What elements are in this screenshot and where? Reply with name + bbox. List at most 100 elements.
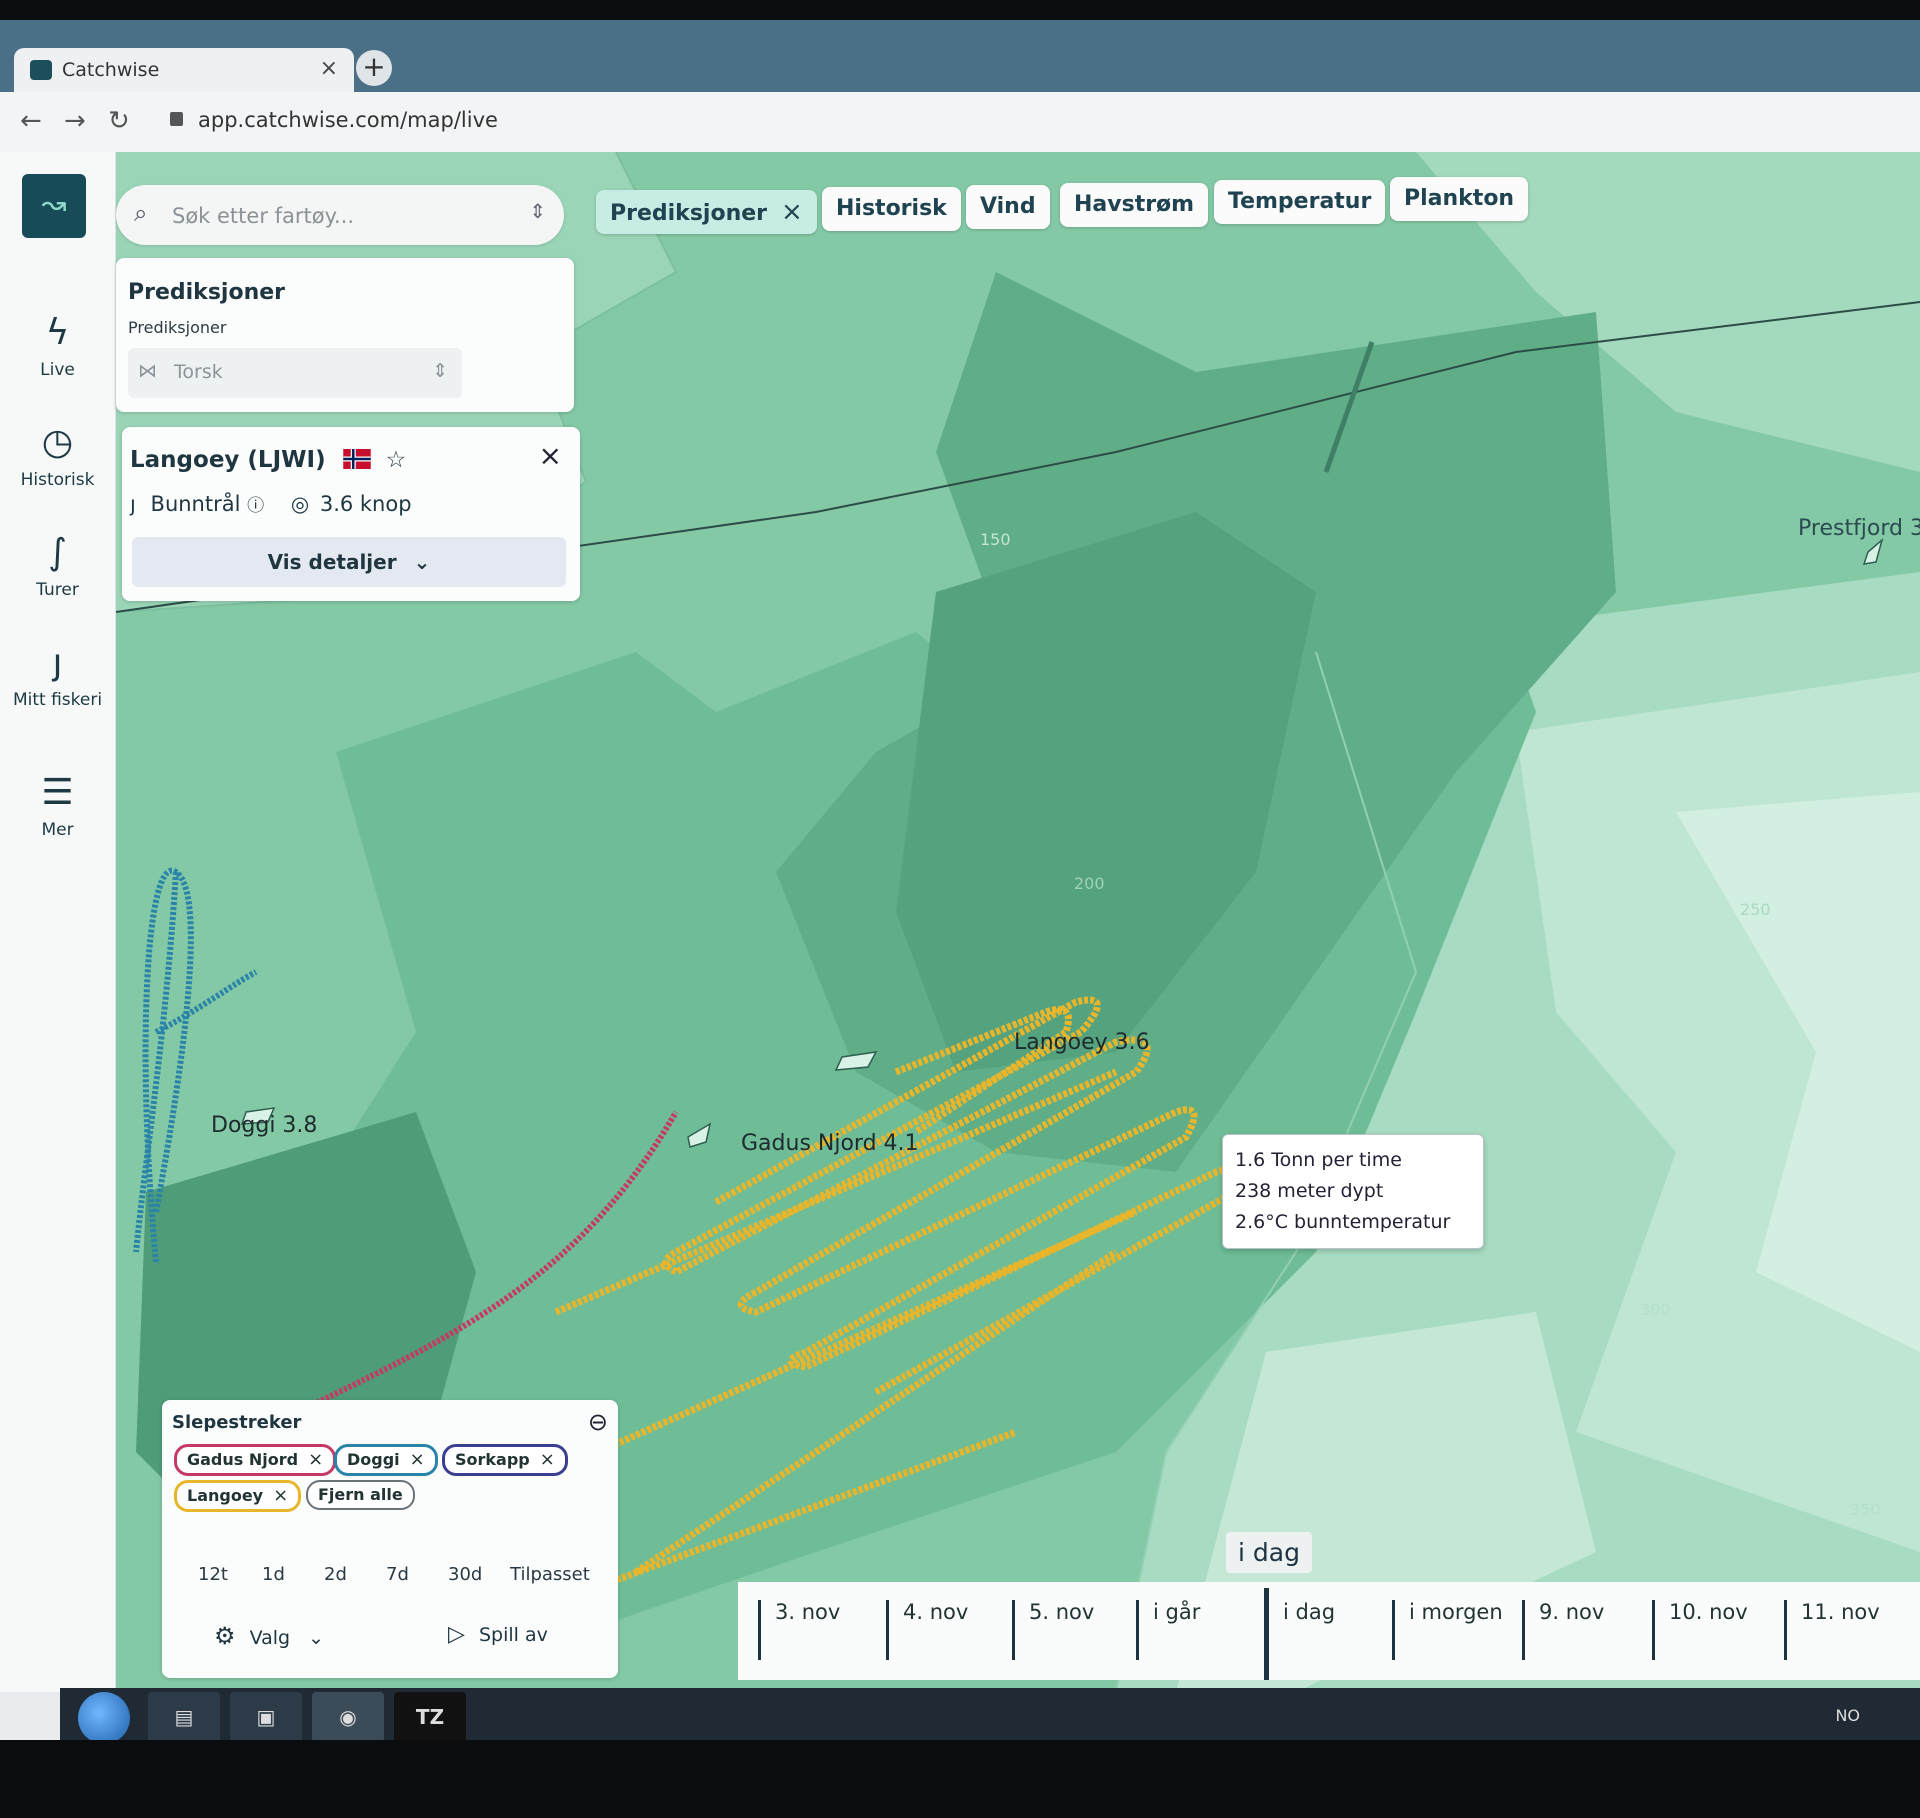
app-icon[interactable]: ▣ <box>230 1692 302 1740</box>
play-icon: ▷ <box>448 1622 465 1647</box>
tag-label: Doggi <box>347 1450 400 1469</box>
hook-icon: ȷ <box>52 642 63 683</box>
layer-chip-prediksjoner[interactable]: Prediksjoner × <box>596 190 817 234</box>
close-icon[interactable]: × <box>540 1449 555 1470</box>
fish-icon: ⋈ <box>138 360 157 382</box>
vessel-speed: 3.6 knop <box>319 492 412 516</box>
vessel-gear: ȷ Bunntrål ⓘ ◎ 3.6 knop <box>130 491 412 516</box>
language-indicator[interactable]: NO <box>1835 1706 1860 1725</box>
star-icon[interactable]: ☆ <box>386 447 407 473</box>
tow-tracks-panel: Slepestreker ⊖ Gadus Njord × Doggi × Sorka… <box>162 1400 618 1678</box>
chevron-updown-icon[interactable]: ⇕ <box>529 199 546 223</box>
tracks-title: Slepestreker <box>172 1412 302 1433</box>
vessel-label-langoey[interactable]: Langoey 3.6 <box>1014 1030 1150 1055</box>
collapse-icon[interactable]: ⊖ <box>588 1408 608 1436</box>
period-7d[interactable]: 7d <box>386 1564 409 1585</box>
screen: Catchwise × + ← → ↻ app.catchwise.com/ma… <box>0 20 1920 1740</box>
catchwise-logo-icon[interactable]: ↝ <box>22 174 86 238</box>
close-icon[interactable]: × <box>308 1449 323 1470</box>
sidebar-item-live[interactable]: ϟ Live <box>0 312 115 380</box>
timeline-tick[interactable]: 9. nov <box>1522 1600 1604 1660</box>
timeline-tick[interactable]: 4. nov <box>886 1600 968 1660</box>
sidebar-item-turer[interactable]: ∫ Turer <box>0 532 115 600</box>
reload-icon[interactable]: ↻ <box>108 106 130 136</box>
back-arrow-icon[interactable]: ← <box>20 106 42 136</box>
sidebar: ↝ ϟ Live ◷ Historisk ∫ Turer ȷ Mitt fisk… <box>0 152 116 1692</box>
tag-label: Sorkapp <box>455 1450 530 1469</box>
timeline-tick[interactable]: 5. nov <box>1012 1600 1094 1660</box>
tag-label: Langoey <box>187 1486 264 1505</box>
lock-icon <box>170 112 183 126</box>
browser-tab[interactable]: Catchwise × <box>14 48 354 92</box>
layer-chip-vind[interactable]: Vind <box>966 185 1050 229</box>
layer-chip-plankton[interactable]: Plankton <box>1390 177 1529 221</box>
url-field[interactable]: app.catchwise.com/map/live <box>198 108 498 132</box>
start-button[interactable] <box>78 1692 130 1740</box>
place-label-prestfjord: Prestfjord 3 <box>1798 516 1920 541</box>
tab-title: Catchwise <box>62 59 160 81</box>
tag-label: Gadus Njord <box>187 1450 299 1469</box>
timeline[interactable]: 3. nov 4. nov 5. nov i går i dag i morge… <box>738 1582 1920 1680</box>
sidebar-item-mer[interactable]: ☰ Mer <box>0 772 115 840</box>
timeline-tick-today[interactable]: i dag <box>1264 1588 1335 1680</box>
options-button[interactable]: ⚙ Valg ⌄ <box>214 1622 324 1650</box>
timeline-tick[interactable]: 3. nov <box>758 1600 840 1660</box>
track-tag-sorkapp: Sorkapp × <box>442 1444 568 1476</box>
tooltip-depth: 238 meter dypt <box>1235 1180 1384 1202</box>
depth-label: 350 <box>1850 1500 1881 1519</box>
sidebar-item-historisk[interactable]: ◷ Historisk <box>0 422 115 490</box>
search-input[interactable] <box>170 199 514 233</box>
predictions-panel: Prediksjoner Prediksjoner ⋈ Torsk ⇕ <box>116 258 574 412</box>
timeline-tick[interactable]: i morgen <box>1392 1600 1503 1660</box>
details-button[interactable]: Vis detaljer ⌄ <box>132 537 566 587</box>
catch-tooltip: 1.6 Tonn per time 238 meter dypt 2.6°C b… <box>1222 1134 1484 1249</box>
file-explorer-icon[interactable]: ▤ <box>148 1692 220 1740</box>
period-custom[interactable]: Tilpasset <box>510 1564 590 1585</box>
info-icon[interactable]: ⓘ <box>247 496 264 516</box>
today-badge: i dag <box>1226 1532 1312 1573</box>
vessel-search[interactable]: ⌕ ⇕ <box>116 185 564 245</box>
layer-chip-temperatur[interactable]: Temperatur <box>1214 180 1386 224</box>
speedometer-icon: ◎ <box>290 492 310 516</box>
sidebar-item-label: Live <box>40 360 75 380</box>
sidebar-item-label: Mer <box>41 820 74 840</box>
tab-close-icon[interactable]: × <box>320 56 338 81</box>
chrome-icon[interactable]: ◉ <box>312 1692 384 1740</box>
track-tag-langoey: Langoey × <box>174 1480 302 1512</box>
tooltip-temperature: 2.6°C bunntemperatur <box>1235 1211 1451 1233</box>
depth-label: 250 <box>1740 900 1771 919</box>
timeline-tick[interactable]: 10. nov <box>1652 1600 1748 1660</box>
layer-chip-historisk[interactable]: Historisk <box>822 187 961 231</box>
sidebar-item-mitt-fiskeri[interactable]: ȷ Mitt fiskeri <box>0 642 115 710</box>
timeline-tick[interactable]: 11. nov <box>1784 1600 1880 1660</box>
species-select[interactable]: ⋈ Torsk ⇕ <box>128 348 462 398</box>
predictions-subtitle: Prediksjoner <box>128 318 227 337</box>
period-30d[interactable]: 30d <box>448 1564 482 1585</box>
track-tag-gadus-njord: Gadus Njord × <box>174 1444 337 1476</box>
address-bar: ← → ↻ app.catchwise.com/map/live <box>0 92 1920 153</box>
hook-icon: ȷ <box>130 492 136 516</box>
tz-app-button[interactable]: TZ <box>394 1692 466 1740</box>
remove-all-button[interactable]: Fjern alle <box>306 1480 415 1510</box>
vessel-label-gadus-njord[interactable]: Gadus Njord 4.1 <box>741 1131 919 1156</box>
sidebar-item-label: Mitt fiskeri <box>12 690 103 710</box>
close-icon[interactable]: × <box>273 1485 288 1506</box>
chevron-down-icon: ⌄ <box>308 1627 325 1649</box>
new-tab-button[interactable]: + <box>356 50 392 86</box>
period-1d[interactable]: 1d <box>262 1564 285 1585</box>
forward-arrow-icon[interactable]: → <box>64 106 86 136</box>
depth-label: 300 <box>1640 1300 1671 1319</box>
options-label: Valg <box>249 1627 291 1649</box>
close-icon[interactable]: × <box>781 197 803 227</box>
track-tag-doggi: Doggi × <box>334 1444 438 1476</box>
layer-chip-havstrom[interactable]: Havstrøm <box>1060 183 1209 227</box>
close-icon[interactable]: × <box>410 1449 425 1470</box>
period-2d[interactable]: 2d <box>324 1564 347 1585</box>
period-12t[interactable]: 12t <box>198 1564 228 1585</box>
play-button[interactable]: ▷ Spill av <box>448 1622 548 1647</box>
depth-label: 150 <box>980 530 1011 549</box>
timeline-tick[interactable]: i går <box>1136 1600 1200 1660</box>
chevron-updown-icon: ⇕ <box>432 360 448 382</box>
close-icon[interactable]: × <box>539 439 562 472</box>
vessel-label-doggi[interactable]: Doggi 3.8 <box>211 1113 317 1138</box>
